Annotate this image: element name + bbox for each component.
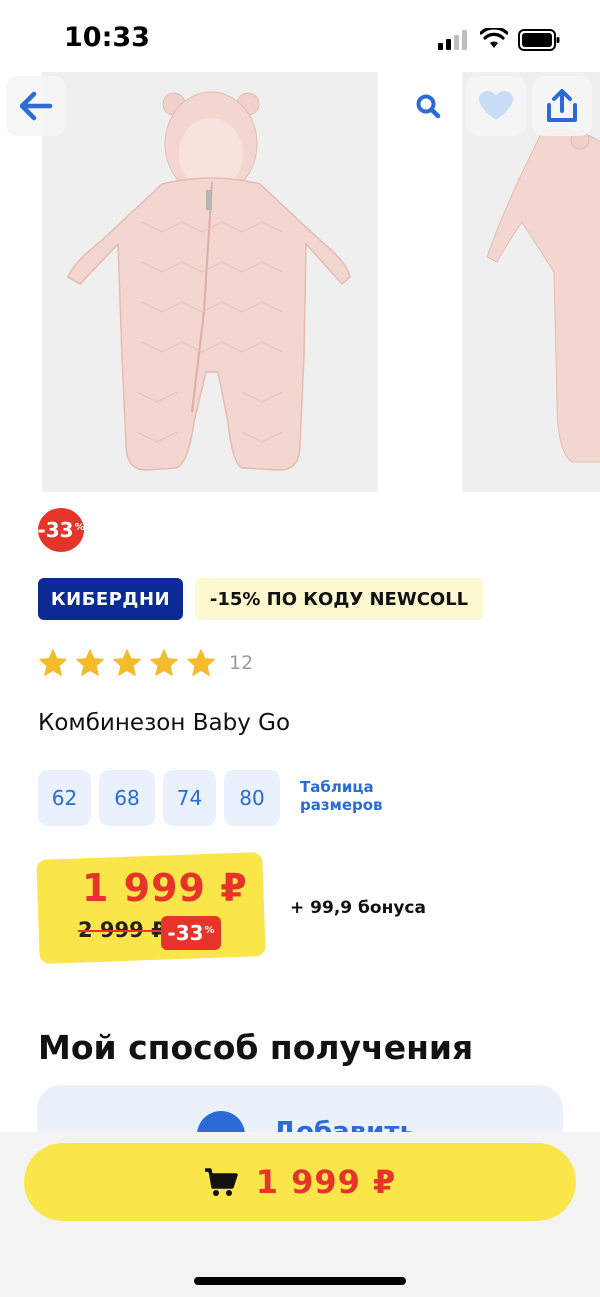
- arrow-left-icon: [19, 91, 53, 121]
- wifi-icon: [480, 28, 508, 48]
- discount-badge: -33%: [37, 508, 85, 552]
- star-icon: [150, 649, 178, 676]
- delivery-section-title: Мой способ получения: [38, 1028, 474, 1067]
- size-option-62[interactable]: 62: [38, 770, 91, 826]
- discount-badge-value: -33: [37, 518, 74, 542]
- bonus-points: + 99,9 бонуса: [290, 898, 426, 918]
- product-photo[interactable]: [42, 72, 378, 492]
- status-time: 10:33: [64, 22, 150, 53]
- jumpsuit-image: [67, 91, 351, 471]
- share-button[interactable]: [532, 76, 592, 136]
- size-table-link[interactable]: Таблица размеров: [300, 778, 400, 814]
- price-discount-badge: -33%: [161, 916, 221, 950]
- star-icon: [187, 649, 215, 676]
- add-to-cart-button[interactable]: 1 999 ₽: [24, 1143, 576, 1221]
- heart-icon: [479, 91, 513, 120]
- size-option-80[interactable]: 80: [224, 770, 280, 826]
- old-price: 2 999 ₽: [78, 918, 166, 942]
- size-selector: 62 68 74 80: [38, 770, 288, 826]
- home-indicator[interactable]: [194, 1277, 406, 1285]
- buy-price: 1 999 ₽: [255, 1163, 397, 1201]
- search-button[interactable]: [398, 76, 458, 136]
- star-icon: [76, 649, 104, 676]
- status-bar: 10:33: [0, 0, 600, 72]
- rating[interactable]: 12: [38, 648, 253, 678]
- price-discount-unit: %: [204, 924, 215, 936]
- share-icon: [547, 89, 577, 122]
- discount-badge-unit: %: [74, 521, 85, 533]
- promo-tag-code[interactable]: -15% ПО КОДУ NEWCOLL: [195, 578, 483, 620]
- review-count[interactable]: 12: [229, 652, 253, 674]
- favorite-button[interactable]: [466, 76, 526, 136]
- back-button[interactable]: [6, 76, 66, 136]
- battery-icon: [518, 29, 560, 51]
- promo-tag-cyberdays[interactable]: КИБЕРДНИ: [38, 578, 183, 620]
- search-icon: [416, 94, 441, 119]
- cart-icon: [204, 1168, 238, 1196]
- size-option-68[interactable]: 68: [99, 770, 155, 826]
- product-title: Комбинезон Baby Go: [38, 710, 291, 736]
- star-icon: [39, 649, 67, 676]
- star-icon: [113, 649, 141, 676]
- size-option-74[interactable]: 74: [163, 770, 216, 826]
- current-price: 1 999 ₽: [82, 866, 248, 910]
- signal-icon: [438, 30, 467, 50]
- price-discount-value: -33: [167, 921, 204, 945]
